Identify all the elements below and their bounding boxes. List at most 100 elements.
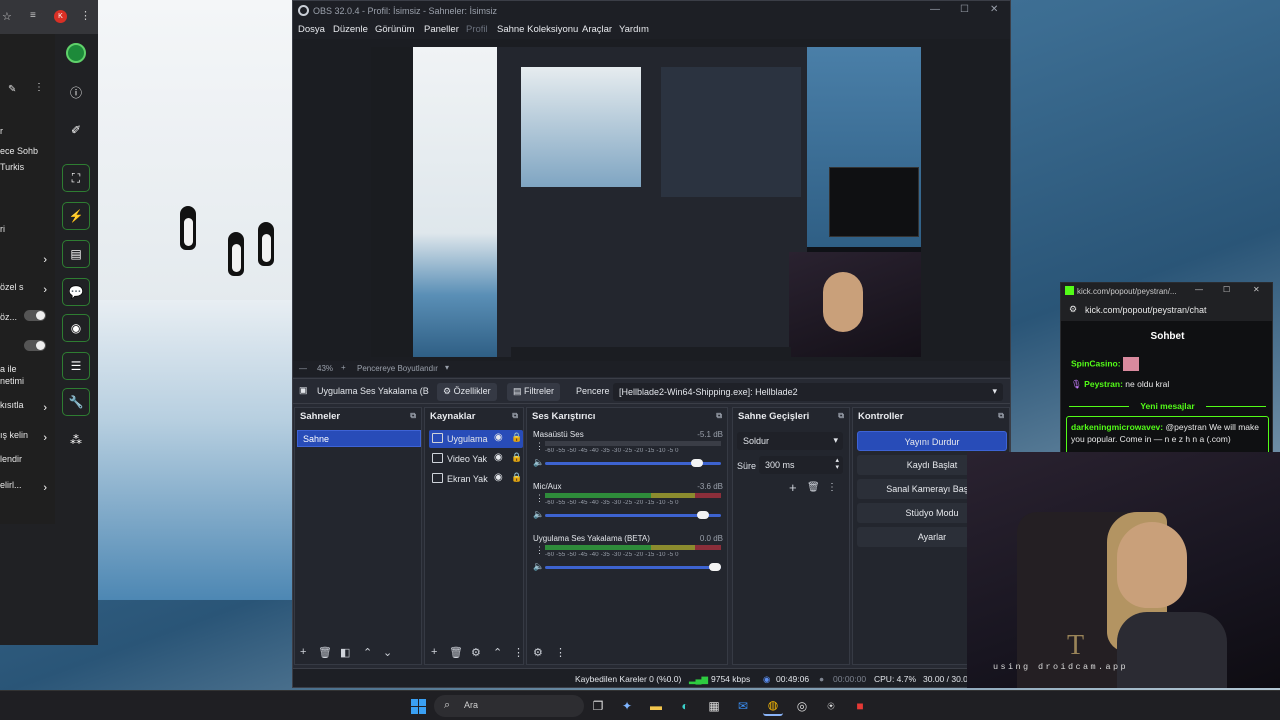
trash-icon[interactable]: 🗑 bbox=[807, 482, 820, 493]
taskbar-search[interactable]: ⌕ Ara bbox=[434, 695, 584, 717]
site-settings-icon[interactable]: ⚙ bbox=[1069, 304, 1077, 315]
menu-paneller[interactable]: Paneller bbox=[424, 24, 459, 35]
zoom-out-icon[interactable]: — bbox=[299, 364, 307, 373]
panel-row[interactable]: elirl... › bbox=[0, 480, 55, 498]
toggle-switch[interactable] bbox=[24, 310, 46, 321]
document-icon[interactable]: ▤ bbox=[62, 240, 90, 268]
minimize-icon[interactable]: — bbox=[930, 4, 940, 15]
duration-input[interactable]: 300 ms ▴ ▾ bbox=[759, 456, 843, 474]
nodes-icon[interactable]: ⁂ bbox=[62, 426, 90, 454]
app-icon[interactable]: ⍟ bbox=[821, 696, 841, 716]
filter-icon[interactable]: ◧ bbox=[340, 646, 350, 659]
volume-slider[interactable] bbox=[545, 511, 721, 519]
more-icon[interactable]: ⋮ bbox=[555, 646, 566, 659]
more-icon[interactable]: ⋮ bbox=[513, 646, 524, 659]
maximize-icon[interactable]: ☐ bbox=[1223, 285, 1230, 294]
mute-speaker-icon[interactable]: 🔈 bbox=[533, 457, 544, 468]
info-icon[interactable]: ⓘ bbox=[62, 78, 90, 106]
maximize-icon[interactable]: ☐ bbox=[960, 4, 969, 15]
pencil-icon[interactable]: ✎ bbox=[8, 84, 16, 95]
volume-knob[interactable] bbox=[696, 511, 709, 519]
profile-badge[interactable]: K bbox=[54, 10, 67, 23]
extension-icon[interactable] bbox=[66, 43, 86, 63]
lock-icon[interactable]: 🔒 bbox=[511, 452, 522, 463]
source-item[interactable]: Video Yak ◉ 🔒 bbox=[429, 450, 523, 468]
source-item[interactable]: Ekran Yak ◉ 🔒 bbox=[429, 470, 523, 488]
gear-icon[interactable]: ⚙ bbox=[471, 646, 481, 659]
chat-icon[interactable]: 💬 bbox=[62, 278, 90, 306]
edge-icon[interactable]: ◐ bbox=[675, 696, 695, 716]
recorder-icon[interactable]: ■ bbox=[850, 696, 870, 716]
add-icon[interactable]: + bbox=[300, 646, 306, 658]
visibility-eye-icon[interactable]: ◉ bbox=[494, 472, 503, 483]
mail-icon[interactable]: ✉ bbox=[733, 696, 753, 716]
advanced-audio-icon[interactable]: ⚙ bbox=[533, 646, 543, 659]
lock-icon[interactable]: 🔒 bbox=[511, 432, 522, 443]
menu-gorunum[interactable]: Görünüm bbox=[375, 24, 415, 35]
undock-icon[interactable]: ⧉ bbox=[998, 411, 1004, 421]
move-down-icon[interactable]: ⌄ bbox=[383, 646, 392, 659]
more-icon[interactable]: ⋮ bbox=[535, 493, 544, 504]
panel-row[interactable]: ış kelin › bbox=[0, 430, 55, 448]
window-select[interactable]: [Hellblade2-Win64-Shipping.exe]: Hellbla… bbox=[613, 383, 1003, 401]
menu-profil[interactable]: Profil bbox=[466, 24, 488, 35]
transition-select[interactable]: Soldur ▾ bbox=[737, 432, 843, 450]
menu-sahne-koleksiyonu[interactable]: Sahne Koleksiyonu bbox=[497, 24, 578, 35]
chat-username[interactable]: Peystran: bbox=[1084, 379, 1123, 389]
file-explorer-icon[interactable]: ▬ bbox=[646, 696, 666, 716]
close-icon[interactable]: ✕ bbox=[1253, 285, 1260, 294]
tab-search-icon[interactable]: ≡ bbox=[30, 10, 36, 21]
wrench-icon[interactable]: 🔧 bbox=[62, 388, 90, 416]
panel-row[interactable]: özel s › bbox=[0, 282, 55, 300]
mute-speaker-icon[interactable]: 🔈 bbox=[533, 509, 544, 520]
move-up-icon[interactable]: ⌃ bbox=[493, 646, 502, 659]
task-view-icon[interactable]: ❐ bbox=[588, 696, 608, 716]
panel-row[interactable]: kısıtla › bbox=[0, 400, 55, 418]
address-bar[interactable]: ⚙ kick.com/popout/peystran/chat bbox=[1061, 299, 1272, 321]
volume-knob[interactable] bbox=[691, 459, 704, 467]
properties-button[interactable]: ⚙ Özellikler bbox=[437, 383, 497, 401]
menu-dosya[interactable]: Dosya bbox=[298, 24, 325, 35]
star-icon[interactable]: ☆ bbox=[2, 10, 12, 23]
store-icon[interactable]: ▦ bbox=[704, 696, 724, 716]
pen-icon[interactable]: ✐ bbox=[62, 116, 90, 144]
visibility-eye-icon[interactable]: ◉ bbox=[494, 452, 503, 463]
stop-stream-button[interactable]: Yayını Durdur bbox=[857, 431, 1007, 451]
server-icon[interactable]: ☰ bbox=[62, 352, 90, 380]
undock-icon[interactable]: ⧉ bbox=[716, 411, 722, 421]
more-icon[interactable]: ⋮ bbox=[535, 545, 544, 556]
windows-start-icon[interactable] bbox=[408, 696, 428, 716]
add-icon[interactable]: + bbox=[789, 480, 797, 495]
close-icon[interactable]: ✕ bbox=[990, 4, 998, 15]
lightning-icon[interactable]: ⚡ bbox=[62, 202, 90, 230]
menu-duzenle[interactable]: Düzenle bbox=[333, 24, 368, 35]
trash-icon[interactable]: 🗑 bbox=[318, 646, 332, 659]
chrome-icon[interactable]: ◍ bbox=[763, 696, 783, 716]
mute-speaker-icon[interactable]: 🔈 bbox=[533, 561, 544, 572]
more-icon[interactable]: ⋮ bbox=[34, 82, 44, 93]
add-icon[interactable]: + bbox=[431, 646, 437, 658]
more-icon[interactable]: ⋮ bbox=[535, 441, 544, 452]
undock-icon[interactable]: ⧉ bbox=[410, 411, 416, 421]
menu-yardim[interactable]: Yardım bbox=[619, 24, 649, 35]
undock-icon[interactable]: ⧉ bbox=[512, 411, 518, 421]
scene-item[interactable]: Sahne bbox=[297, 430, 421, 447]
preview-scale-mode[interactable]: Pencereye Boyutlandır bbox=[357, 364, 438, 373]
filters-button[interactable]: ▤ Filtreler bbox=[507, 383, 561, 401]
chat-username[interactable]: darkeningmicrowavev: bbox=[1071, 422, 1163, 432]
minimize-icon[interactable]: — bbox=[1195, 285, 1203, 294]
lock-icon[interactable]: 🔒 bbox=[511, 472, 522, 483]
chevron-down-icon[interactable]: ▾ bbox=[445, 363, 449, 372]
visibility-eye-icon[interactable]: ◉ bbox=[494, 432, 503, 443]
stream-preview[interactable] bbox=[371, 47, 921, 357]
menu-araclar[interactable]: Araçlar bbox=[582, 24, 612, 35]
move-up-icon[interactable]: ⌃ bbox=[363, 646, 372, 659]
volume-slider[interactable] bbox=[545, 563, 721, 571]
volume-knob[interactable] bbox=[709, 563, 721, 571]
toggle-switch[interactable] bbox=[24, 340, 46, 351]
chat-username[interactable]: SpinCasino: bbox=[1071, 358, 1121, 368]
menu-icon[interactable]: ⋮ bbox=[80, 9, 91, 22]
volume-slider[interactable] bbox=[545, 459, 721, 467]
zoom-in-icon[interactable]: + bbox=[341, 363, 346, 372]
undock-icon[interactable]: ⧉ bbox=[838, 411, 844, 421]
